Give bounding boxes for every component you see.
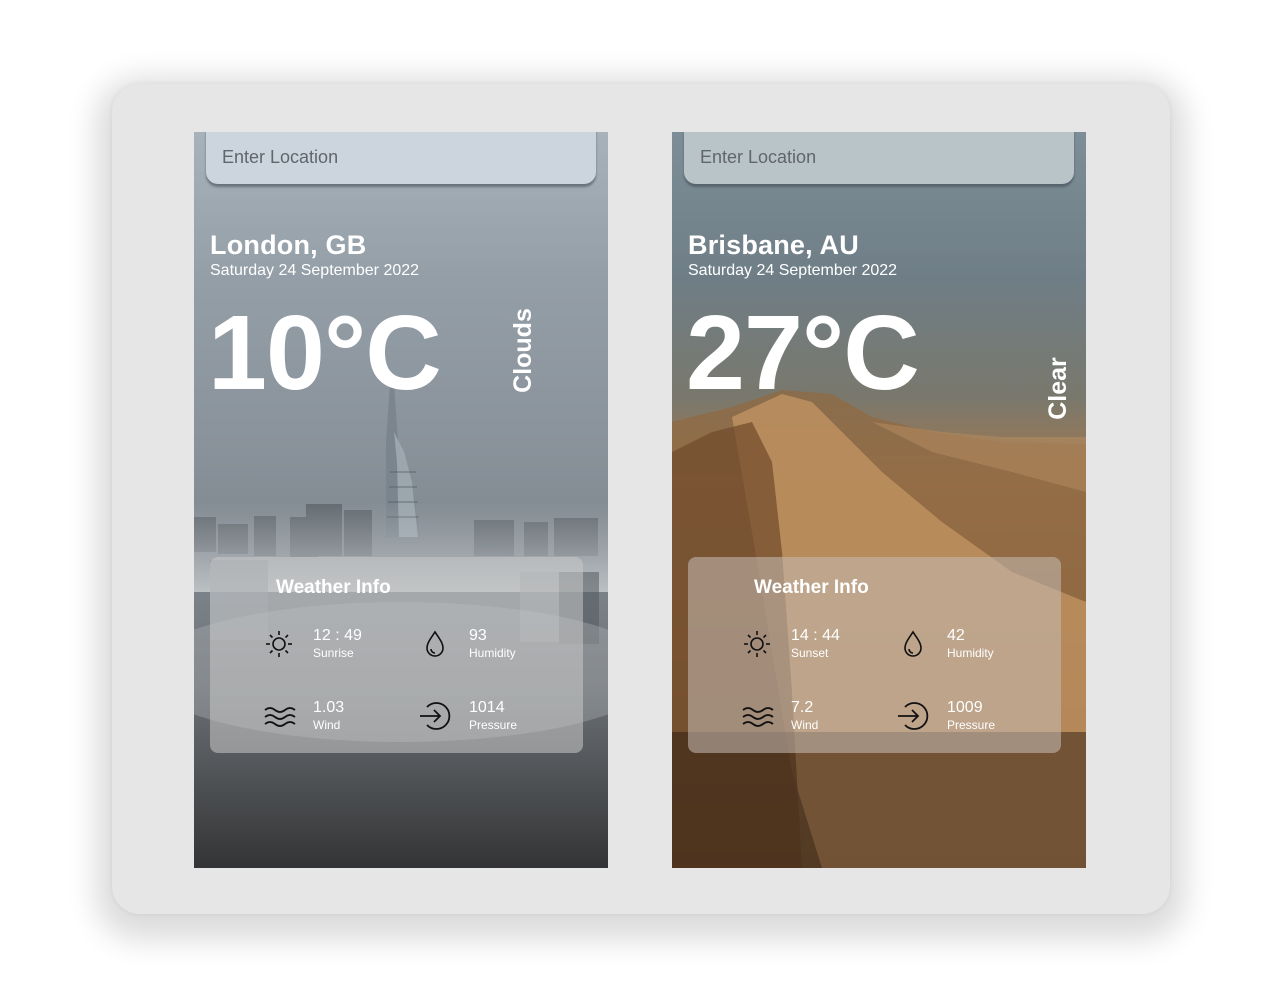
pressure-value: 1014 (469, 699, 505, 716)
location-search-input[interactable] (206, 132, 596, 182)
weather-condition: Clouds (509, 308, 538, 393)
weather-card-london: London, GB Saturday 24 September 2022 10… (194, 132, 608, 868)
login-arrow-icon (420, 702, 451, 730)
weather-info-panel: Weather Info 14 : 44 Sunset 42 Humidity (688, 557, 1061, 753)
location-search-bar (684, 132, 1074, 184)
date-label: Saturday 24 September 2022 (210, 262, 420, 279)
city-name: Brisbane, AU (688, 230, 859, 260)
humidity-label: Humidity (947, 646, 994, 660)
sunrise-item: 12 : 49 Sunrise (262, 627, 412, 667)
location-search-input[interactable] (684, 132, 1074, 182)
date-label: Saturday 24 September 2022 (688, 262, 898, 279)
pressure-item: 1014 Pressure (418, 699, 568, 739)
water-drop-icon (426, 630, 444, 657)
sunrise-value: 12 : 49 (313, 627, 362, 644)
temperature: 27°C (686, 294, 920, 412)
wind-value: 7.2 (791, 699, 814, 716)
humidity-item: 93 Humidity (418, 627, 568, 667)
pressure-label: Pressure (469, 718, 518, 732)
sunrise-label: Sunrise (313, 646, 354, 660)
sun-icon (744, 631, 770, 657)
temperature: 10°C (208, 294, 442, 412)
water-drop-icon (904, 630, 922, 657)
pressure-label: Pressure (947, 718, 996, 732)
wind-label: Wind (313, 718, 341, 732)
wind-item: 1.03 Wind (262, 699, 412, 739)
pressure-value: 1009 (947, 699, 983, 716)
sunset-item: 14 : 44 Sunset (740, 627, 890, 667)
weather-info-title: Weather Info (276, 577, 391, 598)
humidity-value: 93 (469, 627, 487, 644)
location-search-bar (206, 132, 596, 184)
pressure-item: 1009 Pressure (896, 699, 1046, 739)
weather-card-brisbane: Brisbane, AU Saturday 24 September 2022 … (672, 132, 1086, 868)
wind-icon (264, 707, 296, 727)
weather-info-panel: Weather Info 12 : 49 Sunrise 93 Humidity (210, 557, 583, 753)
login-arrow-icon (898, 702, 929, 730)
humidity-value: 42 (947, 627, 965, 644)
humidity-label: Humidity (469, 646, 516, 660)
sunset-label: Sunset (791, 646, 829, 660)
wind-value: 1.03 (313, 699, 345, 716)
weather-info-title: Weather Info (754, 577, 869, 598)
sun-icon (266, 631, 292, 657)
sunset-value: 14 : 44 (791, 627, 840, 644)
city-name: London, GB (210, 230, 367, 260)
wind-label: Wind (791, 718, 819, 732)
weather-condition: Clear (1044, 357, 1073, 420)
wind-item: 7.2 Wind (740, 699, 890, 739)
humidity-item: 42 Humidity (896, 627, 1046, 667)
wind-icon (742, 707, 774, 727)
